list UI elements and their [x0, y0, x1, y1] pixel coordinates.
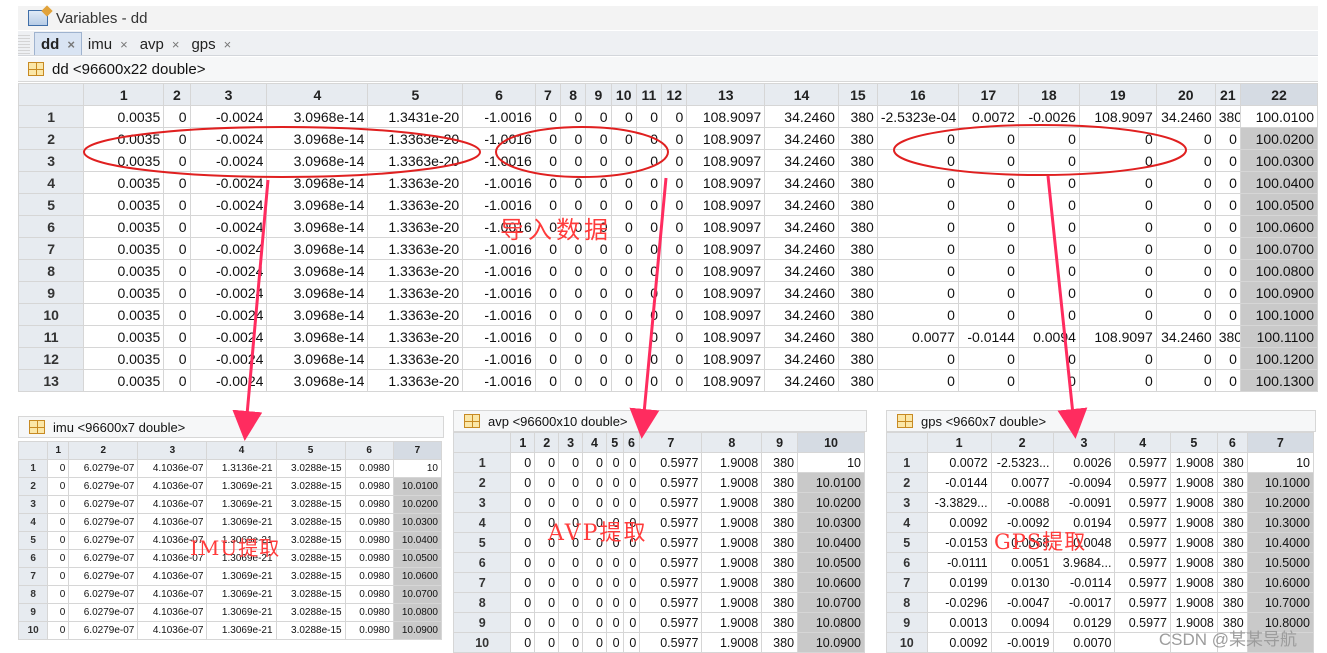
avp-arrow — [629, 177, 668, 439]
imu-arrow — [232, 179, 270, 441]
watermark: CSDN @某某导航 — [1158, 630, 1297, 649]
imu-columns-ellipse — [83, 126, 481, 178]
gps-columns-ellipse — [893, 124, 1187, 176]
avp-extract-annotation: AVP提取 — [548, 521, 648, 546]
gps-arrow — [1046, 175, 1088, 439]
imu-extract-annotation: IMU提取 — [190, 536, 281, 560]
avp-columns-ellipse — [495, 126, 669, 178]
import-data-annotation: 导入数据 — [500, 216, 612, 244]
gps-extract-annotation: GPS提取 — [994, 530, 1087, 554]
